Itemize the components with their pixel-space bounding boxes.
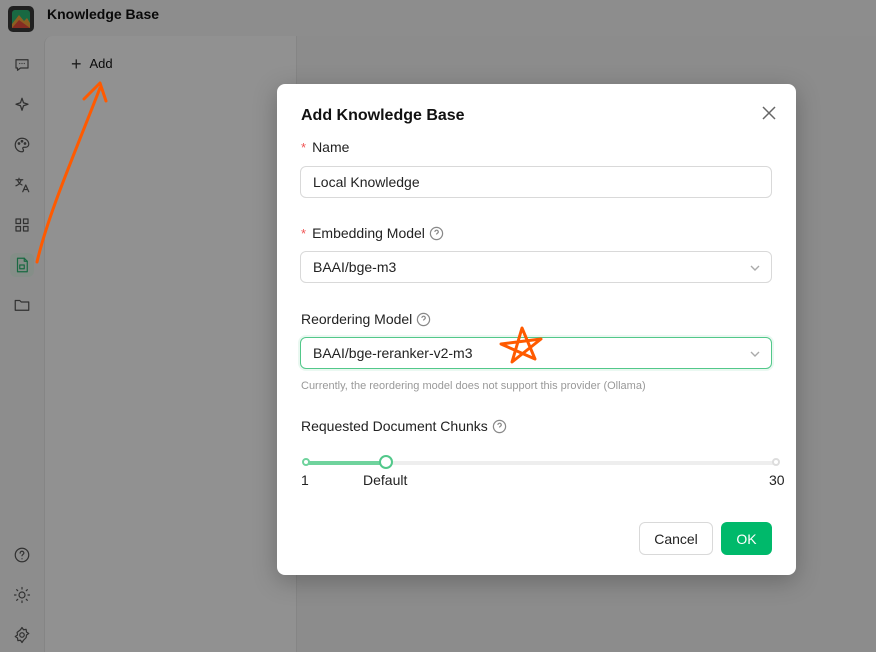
cancel-button[interactable]: Cancel xyxy=(639,522,713,555)
slider-max-label: 30 xyxy=(769,472,785,488)
add-knowledge-base-dialog: Add Knowledge Base * Name Local Knowledg… xyxy=(277,84,796,575)
required-asterisk: * xyxy=(301,225,307,241)
slider-fill xyxy=(305,461,387,465)
slider-end-dot xyxy=(772,458,780,466)
dialog-title: Add Knowledge Base xyxy=(301,107,465,124)
slider-min-label: 1 xyxy=(301,472,309,488)
help-circle-icon[interactable] xyxy=(429,226,444,241)
document-chunks-slider[interactable] xyxy=(302,455,780,469)
close-icon[interactable] xyxy=(759,103,779,123)
required-asterisk: * xyxy=(301,139,307,155)
ok-button[interactable]: OK xyxy=(721,522,772,555)
slider-handle[interactable] xyxy=(379,455,394,469)
slider-start-dot xyxy=(302,458,310,466)
name-label: * Name xyxy=(301,139,350,155)
reordering-model-select[interactable]: BAAI/bge-reranker-v2-m3 xyxy=(300,337,772,369)
slider-default-label: Default xyxy=(363,472,408,488)
chevron-down-icon xyxy=(749,261,761,273)
name-input[interactable]: Local Knowledge xyxy=(300,166,772,198)
document-chunks-label: Requested Document Chunks xyxy=(301,418,507,434)
help-circle-icon[interactable] xyxy=(416,312,431,327)
embedding-model-select[interactable]: BAAI/bge-m3 xyxy=(300,251,772,283)
embedding-model-label: * Embedding Model xyxy=(301,225,444,241)
chevron-down-icon xyxy=(749,347,761,359)
help-circle-icon[interactable] xyxy=(492,419,507,434)
reordering-model-label: Reordering Model xyxy=(301,311,431,327)
reordering-hint: Currently, the reordering model does not… xyxy=(301,380,646,392)
